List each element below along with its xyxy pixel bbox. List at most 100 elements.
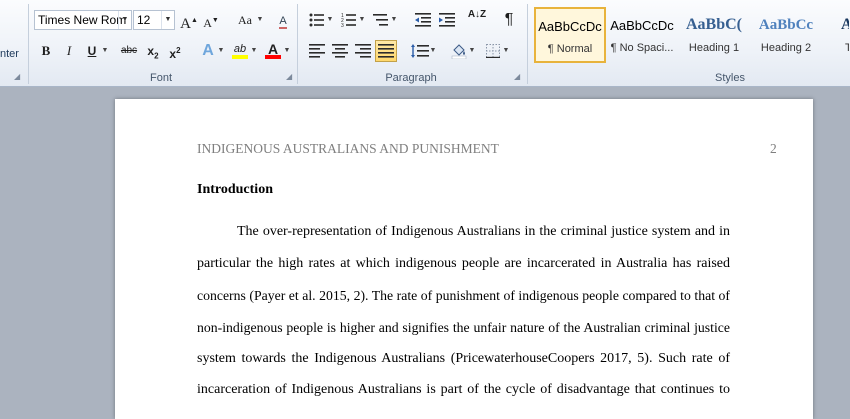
chevron-down-icon[interactable]: ▼	[283, 40, 291, 62]
clipboard-dialog-launcher-icon[interactable]: ◢	[14, 73, 22, 81]
group-divider	[28, 4, 29, 84]
style-name: Heading 1	[688, 42, 740, 54]
multilevel-list-button[interactable]	[370, 9, 392, 31]
underline-button[interactable]: U	[81, 40, 103, 62]
superscript-suffix: 2	[176, 46, 181, 55]
text-effects-icon: A	[202, 42, 214, 59]
chevron-down-icon[interactable]: ▼	[250, 40, 258, 62]
change-case-icon: Aa	[238, 13, 252, 27]
numbering-icon: 1 2 3	[341, 13, 356, 29]
highlight-button[interactable]: ab	[229, 38, 251, 60]
italic-button[interactable]: I	[58, 40, 80, 62]
style-name: ¶ No Spaci...	[610, 42, 674, 54]
chevron-down-icon[interactable]: ▼	[429, 40, 437, 62]
sort-button[interactable]: A↓Z	[466, 9, 488, 32]
group-divider	[527, 4, 528, 84]
grow-font-button[interactable]: A▲	[178, 9, 200, 32]
shrink-font-icon: A	[203, 16, 212, 30]
chevron-down-icon[interactable]: ▼	[468, 40, 476, 62]
style-normal[interactable]: AaBbCcDc ¶ Normal	[534, 7, 606, 63]
font-color-swatch	[265, 55, 281, 59]
bullets-icon	[309, 13, 324, 27]
font-size-combo[interactable]: 12 ▼	[133, 10, 175, 30]
chevron-down-icon[interactable]: ▼	[217, 40, 225, 62]
font-color-button[interactable]: A	[262, 38, 284, 60]
align-left-button[interactable]	[306, 40, 328, 62]
justify-icon	[378, 44, 394, 58]
body-text-line: The over-representation of Indigenous Au…	[237, 224, 730, 239]
style-no-spacing[interactable]: AaBbCcDc ¶ No Spaci...	[606, 7, 678, 63]
style-title[interactable]: A T	[822, 7, 850, 63]
increase-indent-button[interactable]	[436, 9, 458, 31]
text-effects-button[interactable]: A	[197, 40, 219, 62]
chevron-down-icon[interactable]: ▼	[118, 11, 131, 29]
paint-bucket-icon	[451, 44, 467, 60]
underline-label: U	[87, 44, 97, 58]
style-sample: AaBbCcDc	[538, 19, 602, 34]
clear-formatting-button[interactable]: A	[272, 9, 294, 31]
chevron-down-icon[interactable]: ▼	[390, 9, 398, 31]
style-sample: A	[841, 16, 849, 34]
clipboard-group-fragment: nter	[0, 48, 19, 60]
chevron-down-icon[interactable]: ▼	[502, 40, 510, 62]
chevron-down-icon[interactable]: ▼	[326, 9, 334, 31]
borders-button[interactable]	[482, 40, 504, 62]
font-group-label: Font	[149, 72, 172, 84]
body-text-line: system towards the Indigenous Australian…	[197, 351, 730, 366]
increase-indent-icon	[439, 13, 455, 27]
style-name: ¶ Normal	[547, 43, 593, 55]
section-heading: Introduction	[197, 182, 273, 197]
style-heading-1[interactable]: AaBbC( Heading 1	[678, 7, 750, 63]
font-family-value: Times New Rom	[38, 13, 127, 27]
pilcrow-icon: ¶	[504, 11, 514, 28]
running-head: INDIGENOUS AUSTRALIANS AND PUNISHMENT	[197, 141, 499, 156]
styles-group-label: Styles	[715, 72, 745, 84]
justify-button[interactable]	[375, 40, 397, 62]
strikethrough-button[interactable]: abc	[116, 40, 142, 62]
shading-button[interactable]	[448, 40, 470, 62]
bold-button[interactable]: B	[35, 40, 57, 62]
align-center-button[interactable]	[329, 40, 351, 62]
style-name: Heading 2	[760, 42, 812, 54]
numbering-button[interactable]: 1 2 3	[338, 9, 360, 31]
clear-formatting-icon: A	[279, 15, 287, 29]
shrink-font-button[interactable]: A▼	[200, 9, 222, 31]
line-spacing-button[interactable]	[409, 40, 431, 62]
body-text-line: particular the high rates at which indig…	[197, 256, 730, 271]
align-right-button[interactable]	[352, 40, 374, 62]
align-left-icon	[309, 44, 325, 58]
subscript-button[interactable]: x2	[142, 40, 164, 62]
chevron-down-icon[interactable]: ▼	[161, 11, 174, 29]
bold-label: B	[41, 43, 51, 58]
chevron-down-icon[interactable]: ▼	[358, 9, 366, 31]
document-page[interactable]: INDIGENOUS AUSTRALIANS AND PUNISHMENT 2 …	[115, 99, 813, 419]
decrease-indent-button[interactable]	[412, 9, 434, 31]
show-hide-button[interactable]: ¶	[498, 9, 520, 31]
style-sample: AaBbCcDc	[610, 18, 674, 33]
style-name: T	[845, 42, 849, 54]
font-family-combo[interactable]: Times New Rom ▼	[34, 10, 132, 30]
body-text-line: non-indigenous people is higher and sign…	[197, 320, 730, 335]
align-center-icon	[332, 44, 348, 58]
paragraph-group-label: Paragraph	[385, 72, 437, 84]
chevron-down-icon[interactable]: ▼	[256, 9, 264, 31]
style-heading-2[interactable]: AaBbCc Heading 2	[750, 7, 822, 63]
borders-icon	[486, 44, 500, 59]
change-case-button[interactable]: Aa	[232, 9, 258, 31]
body-text-line: incarceration of Indigenous Australians …	[197, 382, 730, 397]
subscript-suffix: 2	[154, 51, 159, 61]
body-text-line: concerns (Payer et al. 2015, 2). The rat…	[197, 288, 730, 303]
bullets-button[interactable]	[306, 9, 328, 31]
strikethrough-label: abc	[120, 45, 138, 56]
ribbon: nter ◢ Times New Rom ▼ 12 ▼ A▲ A▼ Aa ▼ A…	[0, 0, 850, 87]
sort-icon: A↓Z	[467, 9, 487, 20]
chevron-down-icon[interactable]: ▼	[101, 40, 109, 62]
grow-font-icon: A	[180, 16, 191, 32]
line-spacing-icon	[411, 44, 429, 58]
align-right-icon	[355, 44, 371, 58]
superscript-button[interactable]: x2	[164, 40, 186, 62]
page-number: 2	[770, 141, 777, 156]
font-dialog-launcher-icon[interactable]: ◢	[286, 73, 294, 81]
style-sample: AaBbCc	[758, 17, 814, 33]
paragraph-dialog-launcher-icon[interactable]: ◢	[514, 73, 522, 81]
